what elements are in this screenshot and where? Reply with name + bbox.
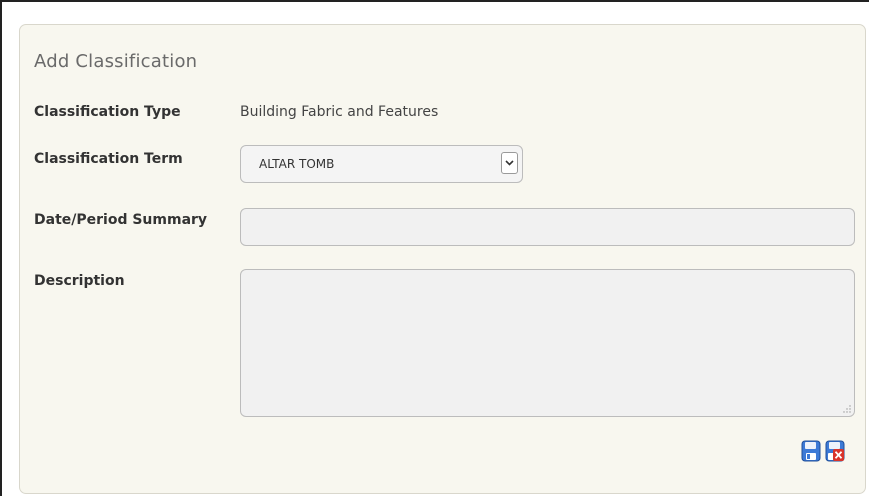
classification-term-label: Classification Term [34,151,183,167]
date-period-summary-input[interactable] [240,208,855,246]
floppy-disk-icon [801,440,821,462]
save-button[interactable] [801,440,821,462]
cancel-button[interactable] [825,440,845,462]
classification-type-label: Classification Type [34,104,181,120]
window-frame: Add Classification Classification Type B… [0,0,869,496]
panel-title: Add Classification [34,51,198,72]
date-period-summary-label: Date/Period Summary [34,212,208,228]
classification-term-select[interactable]: ALTAR TOMB [240,145,523,183]
description-textarea[interactable] [240,269,855,417]
chevron-down-icon[interactable] [501,152,518,174]
resize-grip-icon[interactable] [843,405,851,413]
floppy-disk-delete-icon [825,440,845,462]
classification-term-selected-value: ALTAR TOMB [259,157,335,171]
description-label: Description [34,273,125,289]
classification-type-value: Building Fabric and Features [240,104,439,120]
add-classification-panel: Add Classification Classification Type B… [19,24,866,494]
